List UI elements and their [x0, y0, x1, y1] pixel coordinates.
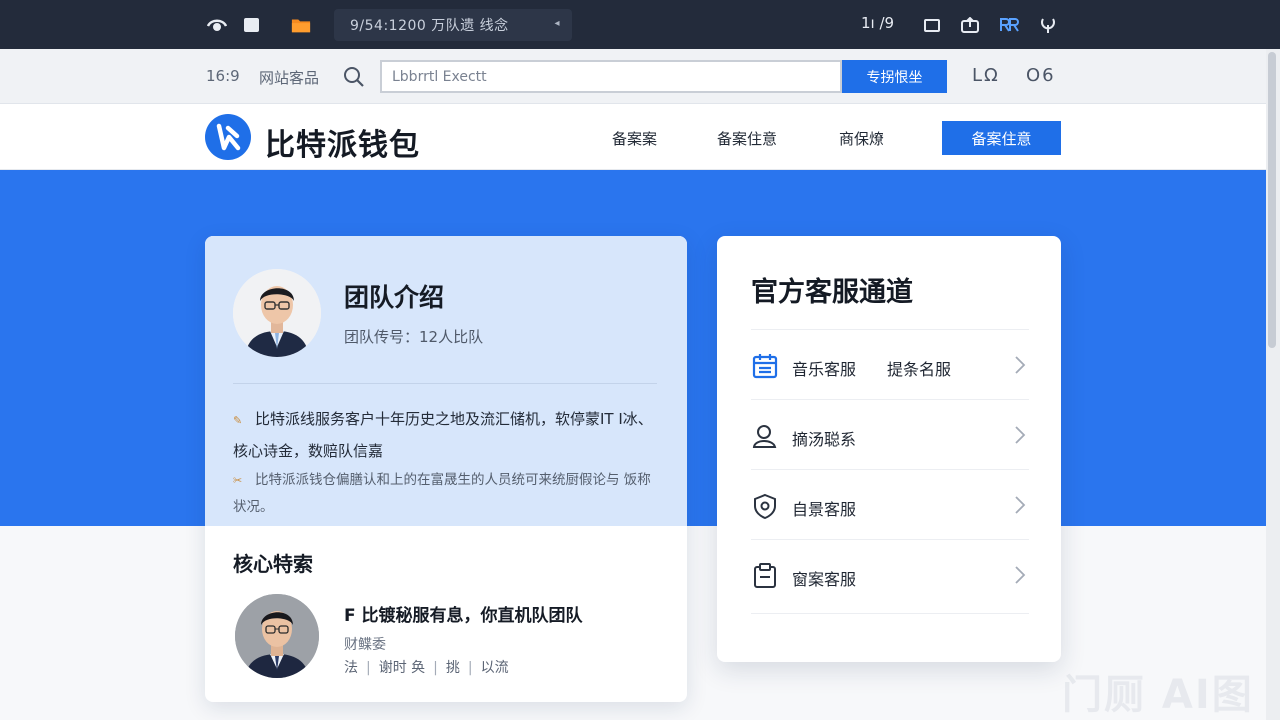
chevron-right-icon — [1015, 566, 1026, 584]
service-item-label-secondary: 提条名服 — [887, 360, 952, 379]
watermark-text: 门厕 AI图 — [1062, 672, 1254, 718]
member-tag: 法 — [344, 660, 358, 676]
nav-link-3[interactable]: 商保燎 — [839, 128, 884, 149]
team-subtitle: 团队传号：12人比队 — [344, 328, 484, 346]
service-item-label: 窗案客服 — [792, 570, 857, 589]
team-description-2-text: 比特派派钱仓偏膳认和上的在富晟生的人员统可来统厨假论与 饭称状况。 — [233, 472, 651, 515]
team-description-2: ✂ 比特派派钱仓偏膳认和上的在富晟生的人员统可来统厨假论与 饭称状况。 — [233, 467, 663, 521]
team-card: 团队介绍 团队传号：12人比队 ✎ 比特派线服务客户十年历史之地及流汇储机，软停蒙… — [205, 236, 687, 702]
window-icon[interactable] — [922, 15, 942, 35]
member-role: 财鲽委 — [344, 637, 386, 653]
site-header: 比特派钱包 备案案 备案住意 商保燎 备案住意 — [0, 104, 1280, 170]
tag-icon: ✂ — [233, 474, 243, 487]
tab-chip[interactable]: 9/54:1200 万队遗 线念 ◂ — [334, 9, 572, 41]
user-icon — [751, 422, 779, 450]
service-item-4[interactable]: 窗案客服 — [751, 539, 1029, 609]
member-tag: 挑 — [445, 660, 460, 676]
header-cta-button[interactable]: 备案住意 — [942, 121, 1061, 155]
address-right-label-1[interactable]: LΩ — [972, 65, 1000, 86]
member-avatar — [235, 594, 319, 678]
service-item-label: 摘汤聪系 — [792, 430, 857, 449]
nav-link-2[interactable]: 备案住意 — [717, 128, 777, 149]
square-icon[interactable] — [241, 15, 261, 35]
chevron-right-icon — [1015, 496, 1026, 514]
tab-chip-label: 9/54:1200 万队遗 线念 — [350, 18, 509, 34]
clock-readout: 1ı /9 — [861, 14, 895, 32]
team-avatar — [233, 269, 321, 357]
member-tags: 法 | 谢时 奂 | 挑 | 以流 — [344, 660, 509, 676]
pencil-icon: ✎ — [233, 414, 243, 427]
chevron-right-icon — [1015, 356, 1026, 374]
clipboard-icon — [751, 562, 779, 590]
nav-link-1[interactable]: 备案案 — [612, 128, 657, 149]
site-label: 网站客品 — [259, 69, 320, 87]
service-item-2[interactable]: 摘汤聪系 — [751, 399, 1029, 469]
address-bar: 16:9 网站客品 专拐恨坐 LΩ O6 — [0, 49, 1280, 104]
page-scrollbar-thumb[interactable] — [1268, 52, 1276, 348]
brand-logo-icon[interactable] — [205, 114, 251, 160]
share-icon[interactable] — [960, 15, 980, 35]
service-item-1[interactable]: 音乐客服 提条名服 — [751, 329, 1029, 399]
member-tag: 谢时 奂 — [378, 660, 426, 676]
chevron-right-icon — [1015, 426, 1026, 444]
shield-icon — [751, 492, 779, 520]
folder-icon[interactable] — [291, 15, 311, 35]
core-members-title: 核心特索 — [233, 552, 313, 576]
team-title: 团队介绍 — [344, 283, 445, 312]
service-list-end-divider — [751, 613, 1029, 614]
member-tag: 以流 — [480, 660, 509, 676]
service-card: 官方客服通道 音乐客服 提条名服 摘汤聪系 自景客服 窗案客服 — [717, 236, 1061, 662]
service-title: 官方客服通道 — [751, 277, 913, 308]
brand-name[interactable]: 比特派钱包 — [265, 120, 420, 164]
top-toolbar: 9/54:1200 万队遗 线念 ◂ 1ı /9 — [0, 0, 1280, 49]
team-description-1-text: 比特派线服务客户十年历史之地及流汇储机，软停蒙IT I冰、核心诗金，数赔队信嘉 — [233, 410, 653, 460]
service-item-label: 自景客服 — [792, 500, 857, 519]
team-description-1: ✎ 比特派线服务客户十年历史之地及流汇储机，软停蒙IT I冰、核心诗金，数赔队信嘉 — [233, 404, 663, 466]
team-divider — [233, 383, 657, 384]
profile-icon[interactable] — [1038, 15, 1058, 35]
search-input[interactable] — [380, 60, 842, 93]
search-icon[interactable] — [343, 66, 365, 92]
aspect-ratio-label: 16:9 — [206, 67, 240, 85]
calendar-icon — [751, 352, 779, 380]
address-right-label-2[interactable]: O6 — [1026, 65, 1056, 86]
service-item-label: 音乐客服 — [792, 360, 857, 379]
eye-icon[interactable] — [207, 15, 227, 35]
member-name: F 比镀秘服有息，你直机队团队 — [344, 606, 583, 626]
service-item-3[interactable]: 自景客服 — [751, 469, 1029, 539]
extension-icon[interactable] — [999, 15, 1019, 35]
search-button[interactable]: 专拐恨坐 — [842, 60, 947, 93]
caret-left-icon[interactable]: ◂ — [554, 18, 560, 29]
